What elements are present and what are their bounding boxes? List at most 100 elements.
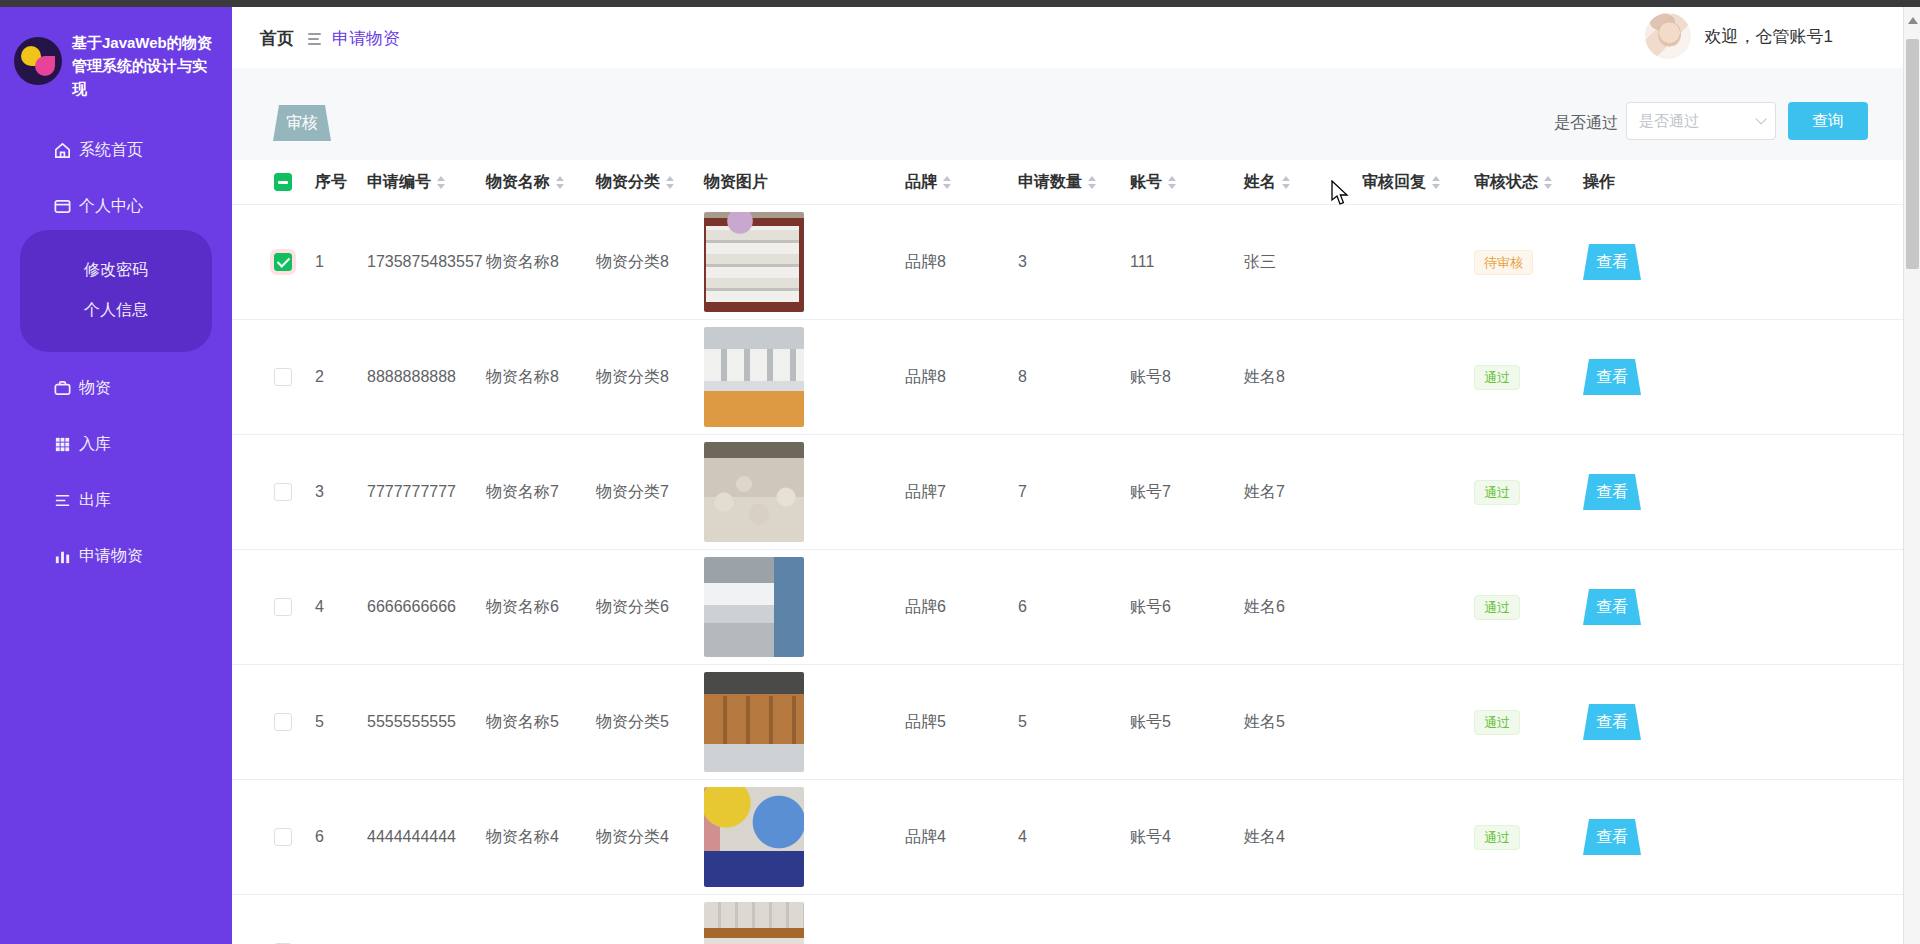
app-title: 基于JavaWeb的物资管理系统的设计与实现 <box>62 29 216 100</box>
cell-index: 3 <box>307 483 359 501</box>
sidebar-submenu: 修改密码个人信息 <box>20 230 212 352</box>
status-badge: 通过 <box>1474 825 1520 850</box>
sort-icon[interactable] <box>437 176 445 189</box>
cell-apply-no: 4444444444 <box>359 828 478 846</box>
column-header[interactable]: 物资名称 <box>478 172 588 193</box>
screen: 基于JavaWeb的物资管理系统的设计与实现 系统首页个人中心修改密码个人信息物… <box>0 0 1920 944</box>
cell-category: 物资分类5 <box>588 712 696 733</box>
sort-icon[interactable] <box>1432 176 1440 189</box>
cell-person: 姓名7 <box>1236 482 1354 503</box>
sidebar-item-6[interactable]: 申请物资 <box>0 528 232 584</box>
submenu-item[interactable]: 个人信息 <box>20 290 212 330</box>
column-header[interactable]: 操作 <box>1575 172 1903 193</box>
cell-person: 姓名8 <box>1236 367 1354 388</box>
briefcase-icon <box>52 378 72 398</box>
view-button[interactable]: 查看 <box>1583 704 1641 740</box>
material-photo <box>704 212 804 312</box>
view-button[interactable]: 查看 <box>1583 589 1641 625</box>
sort-icon[interactable] <box>556 176 564 189</box>
row-checkbox[interactable] <box>274 713 292 731</box>
material-photo <box>704 327 804 427</box>
table-body: 11735875483557物资名称8物资分类8品牌83111张三待审核查看28… <box>232 205 1903 944</box>
cell-person: 姓名5 <box>1236 712 1354 733</box>
row-checkbox[interactable] <box>274 828 292 846</box>
submenu-item[interactable]: 修改密码 <box>20 250 212 290</box>
sidebar-item-5[interactable]: 出库 <box>0 472 232 528</box>
cell-apply-no: 6666666666 <box>359 598 478 616</box>
cell-account: 111 <box>1122 253 1236 271</box>
cell-apply-no: 7777777777 <box>359 483 478 501</box>
bar-chart-icon <box>52 546 72 566</box>
view-button[interactable]: 查看 <box>1583 819 1641 855</box>
sort-icon[interactable] <box>666 176 674 189</box>
table-row: 64444444444物资名称4物资分类4品牌44账号4姓名4通过查看 <box>232 780 1903 895</box>
mouse-cursor <box>1328 180 1350 208</box>
user-box: 欢迎，仓管账号1 <box>1645 13 1833 59</box>
material-photo <box>704 902 804 944</box>
row-checkbox[interactable] <box>274 253 292 271</box>
cell-name: 物资名称4 <box>478 827 588 848</box>
audit-button[interactable]: 审核 <box>273 105 331 141</box>
scrollbar-up-arrow-icon[interactable] <box>1908 17 1918 24</box>
query-button[interactable]: 查询 <box>1788 102 1868 140</box>
cell-person: 张三 <box>1236 252 1354 273</box>
sidebar-item-4[interactable]: 入库 <box>0 416 232 472</box>
scrollbar-thumb[interactable] <box>1906 39 1919 269</box>
sidebar-item-label: 个人中心 <box>79 196 143 217</box>
status-badge: 待审核 <box>1474 250 1533 275</box>
cell-name: 物资名称8 <box>478 252 588 273</box>
cell-qty: 3 <box>1010 253 1122 271</box>
avatar[interactable] <box>1645 13 1691 59</box>
status-badge: 通过 <box>1474 710 1520 735</box>
column-header[interactable]: 品牌 <box>897 172 1010 193</box>
column-header[interactable]: 申请数量 <box>1010 172 1122 193</box>
column-header[interactable]: 审核状态 <box>1466 172 1575 193</box>
table-row: 55555555555物资名称5物资分类5品牌55账号5姓名5通过查看 <box>232 665 1903 780</box>
column-header[interactable]: 物资图片 <box>696 172 897 193</box>
material-photo <box>704 557 804 657</box>
view-button[interactable]: 查看 <box>1583 244 1641 280</box>
breadcrumb: 首页 申请物资 <box>260 27 400 50</box>
app-logo-icon <box>14 37 62 85</box>
window-top-strip <box>0 0 1920 7</box>
select-all-checkbox[interactable] <box>274 173 292 191</box>
column-header[interactable]: 序号 <box>307 172 359 193</box>
row-checkbox[interactable] <box>274 483 292 501</box>
row-checkbox[interactable] <box>274 368 292 386</box>
cell-name: 物资名称5 <box>478 712 588 733</box>
id-card-icon <box>52 196 72 216</box>
column-header[interactable]: 审核回复 <box>1354 172 1466 193</box>
sidebar-item-label: 系统首页 <box>79 140 143 161</box>
table-row: 28888888888物资名称8物资分类8品牌88账号8姓名8通过查看 <box>232 320 1903 435</box>
sidebar: 基于JavaWeb的物资管理系统的设计与实现 系统首页个人中心修改密码个人信息物… <box>0 7 232 944</box>
cell-index: 4 <box>307 598 359 616</box>
cell-name: 物资名称7 <box>478 482 588 503</box>
table-row: 37777777777物资名称7物资分类7品牌77账号7姓名7通过查看 <box>232 435 1903 550</box>
row-checkbox[interactable] <box>274 598 292 616</box>
column-header[interactable]: 账号 <box>1122 172 1236 193</box>
sidebar-item-1[interactable]: 系统首页 <box>0 122 232 178</box>
column-header[interactable]: 物资分类 <box>588 172 696 193</box>
cell-person: 姓名4 <box>1236 827 1354 848</box>
cell-category: 物资分类7 <box>588 482 696 503</box>
cell-brand: 品牌5 <box>897 712 1010 733</box>
cell-apply-no: 8888888888 <box>359 368 478 386</box>
view-button[interactable]: 查看 <box>1583 474 1641 510</box>
sort-icon[interactable] <box>1544 176 1552 189</box>
sort-icon[interactable] <box>1168 176 1176 189</box>
table: 序号申请编号物资名称物资分类物资图片品牌申请数量账号姓名审核回复审核状态操作 1… <box>232 160 1903 944</box>
scrollbar[interactable] <box>1903 7 1920 944</box>
sort-icon[interactable] <box>1282 176 1290 189</box>
table-row: 11735875483557物资名称8物资分类8品牌83111张三待审核查看 <box>232 205 1903 320</box>
sidebar-item-3[interactable]: 物资 <box>0 360 232 416</box>
sort-icon[interactable] <box>943 176 951 189</box>
sort-icon[interactable] <box>1088 176 1096 189</box>
view-button[interactable]: 查看 <box>1583 359 1641 395</box>
pass-filter-select[interactable]: 是否通过 <box>1626 102 1776 140</box>
breadcrumb-home[interactable]: 首页 <box>260 27 294 50</box>
column-header[interactable]: 申请编号 <box>359 172 478 193</box>
breadcrumb-current[interactable]: 申请物资 <box>332 27 400 50</box>
sidebar-item-2[interactable]: 个人中心 <box>0 178 232 234</box>
cell-account: 账号5 <box>1122 712 1236 733</box>
cell-apply-no: 1735875483557 <box>359 253 478 271</box>
